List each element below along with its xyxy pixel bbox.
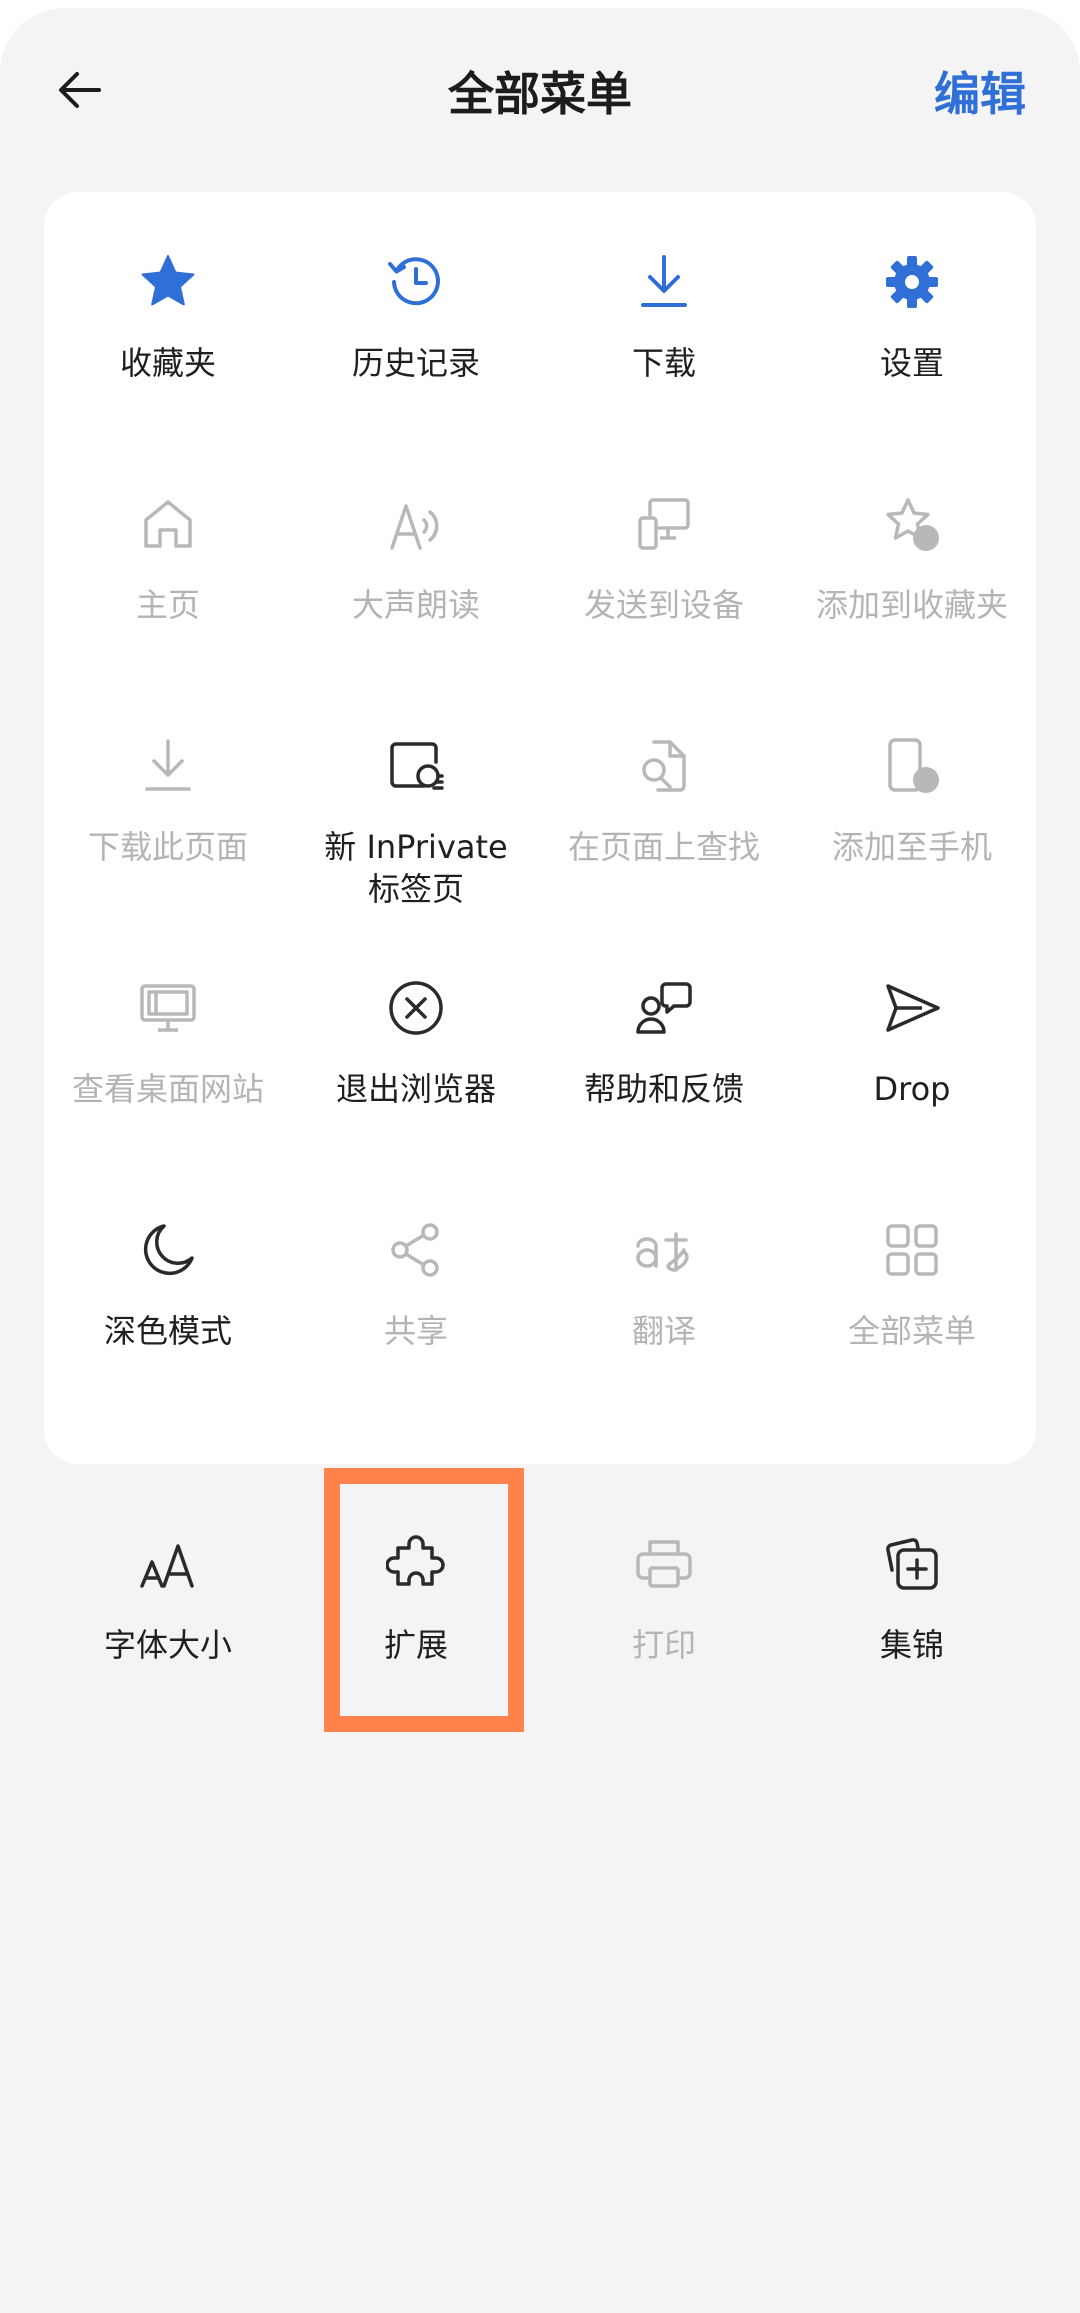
gear-icon (882, 252, 942, 312)
menu-item-label: 历史记录 (351, 344, 480, 382)
add-to-phone-icon (882, 736, 942, 796)
menu-item-download[interactable]: 下载 (540, 192, 788, 432)
feedback-icon (634, 978, 694, 1038)
menu-item-add-to-favorites[interactable]: 添加到收藏夹 (788, 434, 1036, 674)
menu-item-label: 添加至手机 (831, 828, 992, 866)
menu-item-label: 设置 (879, 344, 944, 382)
menu-item-home[interactable]: 主页 (44, 434, 292, 674)
menu-item-inprivate[interactable]: 新 InPrivate 标签页 (292, 676, 540, 916)
share-icon (386, 1220, 446, 1280)
translate-icon (634, 1220, 694, 1280)
menu-item-label: 主页 (135, 586, 200, 624)
menu-item-collections[interactable]: 集锦 (788, 1474, 1036, 1714)
menu-item-label: 下载此页面 (87, 828, 248, 866)
download-page-icon (138, 736, 198, 796)
menu-item-label: 共享 (383, 1312, 448, 1350)
inprivate-icon (386, 736, 446, 796)
menu-item-send-to-device[interactable]: 发送到设备 (540, 434, 788, 674)
menu-item-label: 帮助和反馈 (583, 1070, 744, 1108)
menu-item-settings[interactable]: 设置 (788, 192, 1036, 432)
star-icon (138, 252, 198, 312)
menu-item-font-size[interactable]: 字体大小 (44, 1474, 292, 1714)
menu-item-label: 查看桌面网站 (71, 1070, 264, 1108)
menu-item-share[interactable]: 共享 (292, 1160, 540, 1400)
menu-item-label: 字体大小 (103, 1626, 232, 1664)
grid-icon (882, 1220, 942, 1280)
home-icon (138, 494, 198, 554)
menu-item-label: 添加到收藏夹 (815, 586, 1008, 624)
menu-item-label: 新 InPrivate 标签页 (324, 828, 508, 908)
find-in-page-icon (634, 736, 694, 796)
menu-item-label: 下载 (631, 344, 696, 382)
menu-item-label: 收藏夹 (119, 344, 216, 382)
menu-sheet: 全部菜单 编辑 收藏夹 历史记录 下载 设置 主页 大声朗读 发送到设备 添加到… (0, 8, 1080, 2313)
font-size-icon (138, 1534, 198, 1594)
menu-item-label: 深色模式 (103, 1312, 232, 1350)
menu-item-desktop-site[interactable]: 查看桌面网站 (44, 918, 292, 1158)
header: 全部菜单 编辑 (0, 8, 1080, 168)
moon-icon (138, 1220, 198, 1280)
menu-card: 收藏夹 历史记录 下载 设置 主页 大声朗读 发送到设备 添加到收藏夹 下载此页… (44, 192, 1036, 1464)
menu-item-label: 发送到设备 (583, 586, 744, 624)
highlight-box (324, 1468, 524, 1732)
desktop-site-icon (138, 978, 198, 1038)
menu-item-exit[interactable]: 退出浏览器 (292, 918, 540, 1158)
download-icon (634, 252, 694, 312)
menu-item-history[interactable]: 历史记录 (292, 192, 540, 432)
menu-item-dark-mode[interactable]: 深色模式 (44, 1160, 292, 1400)
read-aloud-icon (386, 494, 446, 554)
menu-item-label: 大声朗读 (351, 586, 480, 624)
menu-item-add-to-phone[interactable]: 添加至手机 (788, 676, 1036, 916)
menu-item-all-menu[interactable]: 全部菜单 (788, 1160, 1036, 1400)
exit-icon (386, 978, 446, 1038)
menu-item-label: 集锦 (879, 1626, 944, 1664)
menu-item-label: 全部菜单 (847, 1312, 976, 1350)
collections-icon (882, 1534, 942, 1594)
edit-button[interactable]: 编辑 (934, 58, 1026, 124)
menu-item-drop[interactable]: Drop (788, 918, 1036, 1158)
menu-item-label: 翻译 (631, 1312, 696, 1350)
page-title: 全部菜单 (448, 67, 632, 121)
menu-item-favorites[interactable]: 收藏夹 (44, 192, 292, 432)
menu-item-label: 退出浏览器 (335, 1070, 496, 1108)
menu-item-read-aloud[interactable]: 大声朗读 (292, 434, 540, 674)
menu-item-find-in-page[interactable]: 在页面上查找 (540, 676, 788, 916)
send-to-device-icon (634, 494, 694, 554)
history-icon (386, 252, 446, 312)
menu-item-print[interactable]: 打印 (540, 1474, 788, 1714)
printer-icon (634, 1534, 694, 1594)
menu-item-label: Drop (873, 1070, 951, 1108)
menu-item-label: 在页面上查找 (567, 828, 760, 866)
menu-item-download-page[interactable]: 下载此页面 (44, 676, 292, 916)
add-favorite-icon (882, 494, 942, 554)
send-icon (882, 978, 942, 1038)
menu-item-translate[interactable]: 翻译 (540, 1160, 788, 1400)
menu-item-label: 打印 (631, 1626, 696, 1664)
menu-item-help-feedback[interactable]: 帮助和反馈 (540, 918, 788, 1158)
